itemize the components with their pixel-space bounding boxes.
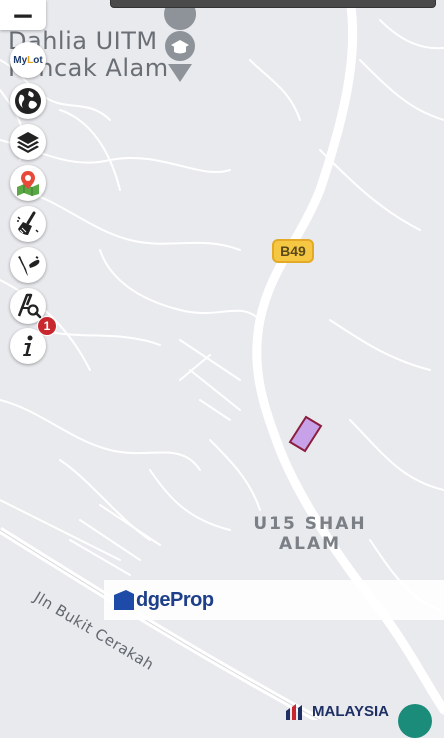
notification-badge[interactable]: 1 [37, 316, 57, 336]
map-pin-icon [17, 171, 39, 196]
edgeprop-logo-text: dgeProp [136, 588, 214, 611]
malaysia-logo-text: MALAYSIA [312, 702, 389, 720]
area-label-line-1: U15 SHAH [253, 514, 367, 534]
edgeprop-logo-icon [114, 590, 134, 610]
layers-button[interactable] [10, 124, 46, 160]
malaysia-map-icon [18, 256, 40, 276]
broom-icon [17, 211, 39, 235]
area-label: U15 SHAH ALAM [250, 514, 370, 554]
edgeprop-banner[interactable]: dgeProp [104, 580, 444, 620]
university-marker[interactable] [164, 0, 197, 82]
highlighted-lot[interactable] [288, 415, 323, 453]
map-pin-button[interactable] [10, 165, 46, 201]
text-search-icon [17, 293, 42, 319]
globe-button[interactable] [10, 83, 46, 119]
clear-button[interactable] [10, 206, 46, 242]
mylot-logo: MyLot [13, 54, 43, 66]
globe-icon [15, 88, 41, 114]
zoom-out-button[interactable]: − [0, 0, 46, 32]
malaysia-bars-icon [286, 704, 302, 720]
top-search-bar[interactable] [110, 0, 436, 8]
malaysia-map-button[interactable] [10, 247, 46, 283]
partner-globe-logo [398, 704, 432, 738]
route-badge-b49: B49 [272, 239, 314, 263]
info-icon [23, 335, 33, 356]
area-label-line-2: ALAM [278, 534, 342, 554]
layers-icon [17, 132, 39, 153]
mylot-logo-button[interactable]: MyLot [10, 42, 46, 78]
malaysia-logo: MALAYSIA [284, 702, 389, 720]
